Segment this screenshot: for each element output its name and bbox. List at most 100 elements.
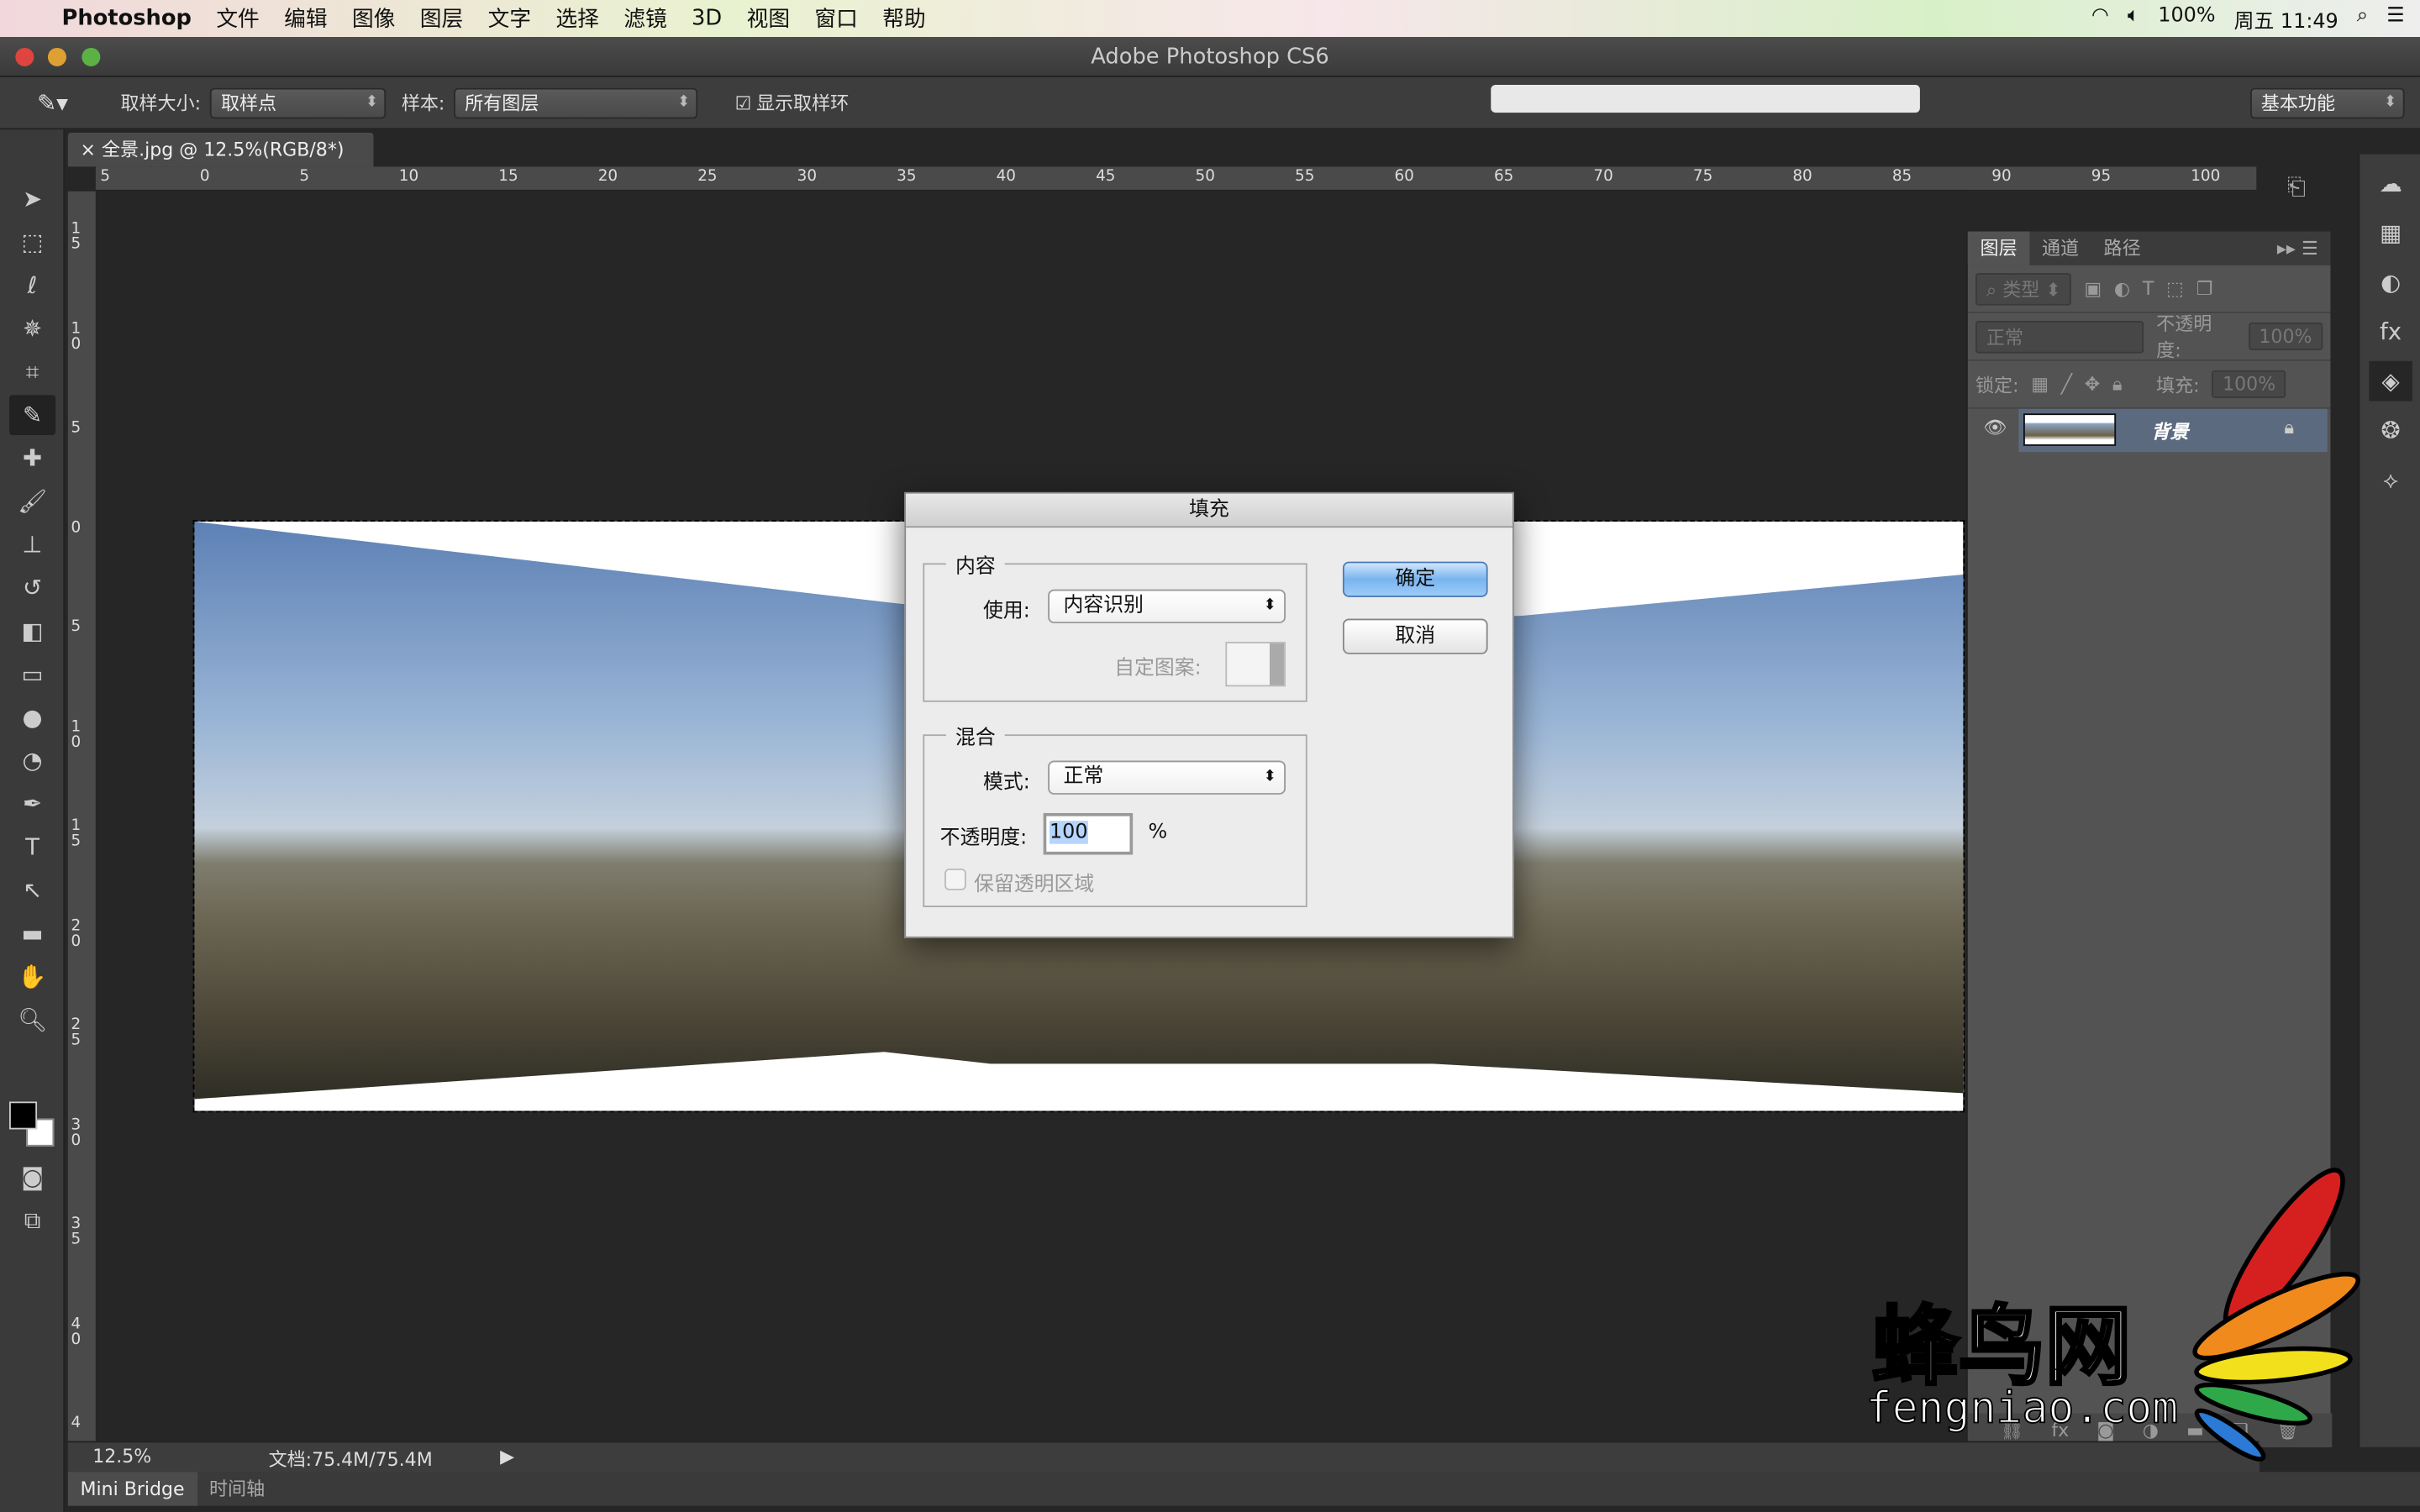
ruler-tick-label: 35 — [71, 1215, 82, 1248]
crop-tool-icon[interactable]: ⌗ — [9, 352, 55, 392]
menu-help[interactable]: 帮助 — [882, 3, 925, 34]
zoom-button[interactable] — [82, 47, 101, 66]
menu-type[interactable]: 文字 — [488, 3, 531, 34]
menu-layer[interactable]: 图层 — [420, 3, 463, 34]
ruler-tick-label: 40 — [71, 1315, 82, 1348]
battery-status[interactable]: 100% — [2158, 5, 2215, 34]
adjustments-icon[interactable]: ◐ — [2369, 262, 2412, 302]
ruler-tick-label: 25 — [71, 1016, 82, 1049]
marquee-tool-icon[interactable]: ⬚ — [9, 222, 55, 262]
ruler-tick-label: 85 — [1891, 168, 1912, 186]
move-tool-icon[interactable]: ➤ — [9, 179, 55, 219]
styles-icon[interactable]: fx — [2369, 312, 2412, 352]
zoom-level[interactable]: 12.5% — [92, 1446, 151, 1467]
close-button[interactable] — [15, 47, 34, 66]
mini-panel[interactable] — [1491, 85, 1920, 113]
menu-3d[interactable]: 3D — [692, 6, 722, 30]
filter-smart-icon[interactable]: ❐ — [2196, 278, 2213, 300]
filter-adjust-icon[interactable]: ◐ — [2114, 278, 2130, 300]
volume-icon[interactable]: 🔈︎ — [2128, 5, 2139, 34]
sample-size-select[interactable]: 取样点 — [210, 87, 387, 118]
show-ring-checkbox[interactable]: ☑ — [735, 92, 752, 113]
menu-window[interactable]: 窗口 — [814, 3, 857, 34]
healing-brush-icon[interactable]: ✚ — [9, 438, 55, 479]
lasso-tool-icon[interactable]: ℓ — [9, 265, 55, 306]
magic-wand-icon[interactable]: ✵ — [9, 308, 55, 349]
lock-transparent-icon[interactable]: ▦ — [2031, 373, 2049, 395]
eraser-tool-icon[interactable]: ◧ — [9, 611, 55, 651]
wifi-icon[interactable]: ◠ — [2091, 5, 2109, 34]
quick-mask-icon[interactable]: ◙ — [9, 1158, 55, 1198]
menu-view[interactable]: 视图 — [747, 3, 790, 34]
use-select[interactable]: 内容识别 — [1048, 589, 1286, 624]
layers-icon[interactable]: ◈ — [2369, 360, 2412, 402]
menu-select[interactable]: 选择 — [555, 3, 598, 34]
menu-app[interactable]: Photoshop — [61, 6, 191, 30]
history-panel-icon[interactable]: ⎗ — [2287, 173, 2306, 201]
fill-input[interactable]: 100% — [2212, 370, 2287, 398]
filter-select[interactable]: ⌕ 类型 ⬍ — [1975, 272, 2072, 305]
sample-select[interactable]: 所有图层 — [454, 87, 698, 118]
eyedropper-icon[interactable]: ✎▾ — [37, 89, 68, 117]
gradient-tool-icon[interactable]: ▭ — [9, 654, 55, 695]
ruler-tick-label: 20 — [71, 916, 82, 950]
menu-filter[interactable]: 滤镜 — [623, 3, 666, 34]
filter-pixel-icon[interactable]: ▣ — [2084, 278, 2102, 300]
workspace-select[interactable]: 基本功能 — [2249, 87, 2405, 119]
filter-type-icon[interactable]: T — [2143, 278, 2154, 300]
hand-tool-icon[interactable]: ✋ — [9, 957, 55, 997]
close-tab-icon[interactable]: × — [81, 139, 102, 160]
lock-position-icon[interactable]: ✥ — [2085, 373, 2100, 395]
type-tool-icon[interactable]: T — [9, 827, 55, 867]
dodge-tool-icon[interactable]: ◔ — [9, 741, 55, 781]
3d-icon[interactable]: ☁︎ — [2369, 164, 2412, 204]
stamp-tool-icon[interactable]: ⊥ — [9, 524, 55, 564]
search-icon[interactable]: ⌕ — [2357, 5, 2368, 34]
preserve-label: 保留透明区域 — [973, 873, 1095, 897]
status-menu-arrow-icon[interactable]: ▶ — [500, 1446, 514, 1467]
shape-tool-icon[interactable]: ▬ — [9, 913, 55, 953]
ok-button[interactable]: 确定 — [1342, 561, 1488, 597]
zoom-tool-icon[interactable]: 🔍︎ — [9, 1000, 55, 1040]
cancel-button[interactable]: 取消 — [1342, 618, 1488, 654]
mode-select[interactable]: 正常 — [1048, 760, 1286, 795]
lock-all-icon[interactable]: 🔒︎ — [2112, 373, 2123, 396]
list-icon[interactable]: ☰ — [2386, 5, 2404, 34]
blur-tool-icon[interactable]: ● — [9, 697, 55, 738]
sample-value: 所有图层 — [465, 92, 539, 114]
tab-timeline[interactable]: 时间轴 — [197, 1472, 277, 1505]
history-brush-icon[interactable]: ↺ — [9, 568, 55, 608]
paths-icon[interactable]: ⟡ — [2369, 459, 2412, 500]
filter-shape-icon[interactable]: ⬚ — [2166, 278, 2184, 300]
show-ring-label[interactable]: 显示取样环 — [756, 90, 849, 116]
menu-edit[interactable]: 编辑 — [284, 3, 327, 34]
blend-mode-select[interactable]: 正常 — [1975, 320, 2144, 353]
layer-lock-icon: 🔒︎ — [2284, 416, 2295, 438]
menu-file[interactable]: 文件 — [216, 3, 259, 34]
opacity-input[interactable]: 100 — [1043, 812, 1134, 855]
foreground-color-swatch[interactable] — [9, 1101, 38, 1130]
tab-layers[interactable]: 图层 — [1967, 231, 2030, 265]
channels-icon[interactable]: ❂ — [2369, 411, 2412, 451]
screen-mode-icon[interactable]: ⧉ — [9, 1200, 55, 1241]
lock-paint-icon[interactable]: ╱ — [2061, 373, 2072, 395]
document-tab[interactable]: × 全景.jpg @ 12.5%(RGB/8*) — [67, 132, 374, 167]
clock[interactable]: 周五 11:49 — [2234, 5, 2338, 34]
doc-size[interactable]: 文档:75.4M/75.4M — [269, 1446, 433, 1472]
visibility-eye-icon[interactable]: 👁︎ — [1983, 417, 2007, 438]
minimize-button[interactable] — [47, 47, 66, 66]
menu-image[interactable]: 图像 — [352, 3, 395, 34]
eyedropper-tool-icon[interactable]: ✎ — [9, 395, 56, 435]
swatches-icon[interactable]: ▦ — [2369, 213, 2412, 253]
tab-mini-bridge[interactable]: Mini Bridge — [67, 1472, 197, 1506]
ruler-tick-label: 75 — [1692, 168, 1713, 186]
brush-tool-icon[interactable]: 🖌︎ — [9, 481, 55, 522]
layer-row[interactable]: 背景 🔒︎ — [2018, 408, 2328, 453]
tab-channels[interactable]: 通道 — [2029, 232, 2091, 265]
tab-paths[interactable]: 路径 — [2091, 232, 2153, 265]
panel-menu-icon[interactable]: ▸▸ ☰ — [2265, 232, 2330, 265]
path-select-icon[interactable]: ↖ — [9, 870, 55, 911]
layer-opacity-input[interactable]: 100% — [2248, 322, 2323, 350]
preserve-checkbox[interactable] — [944, 869, 966, 890]
pen-tool-icon[interactable]: ✒ — [9, 784, 55, 824]
